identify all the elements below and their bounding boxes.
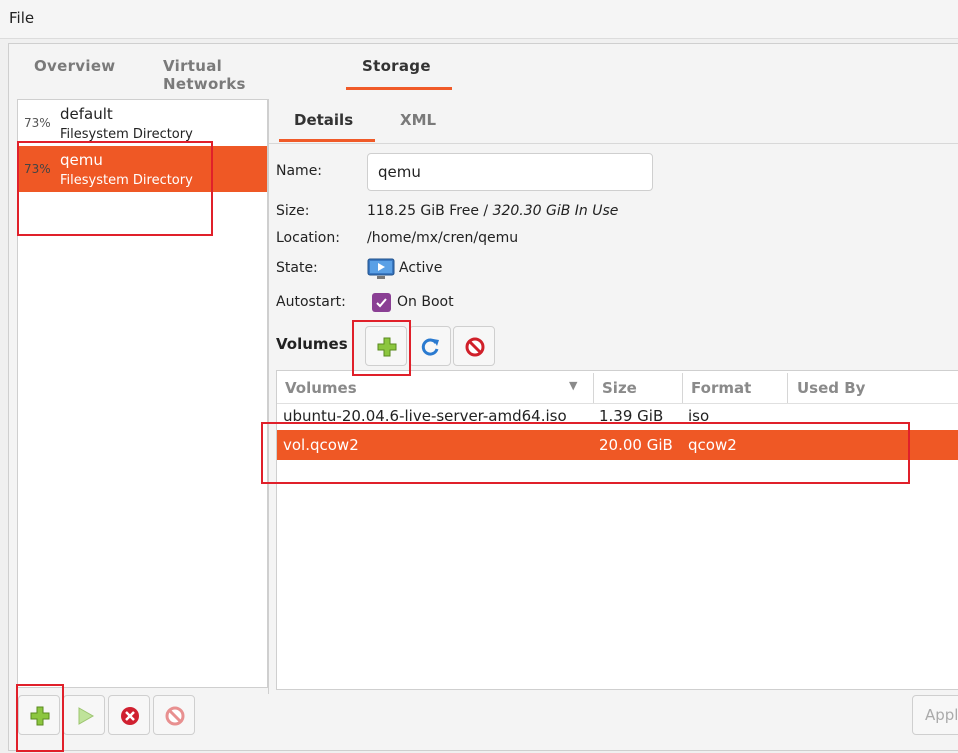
column-header-volumes[interactable]: Volumes (285, 379, 357, 397)
refresh-volumes-button[interactable] (409, 326, 451, 366)
delete-pool-button[interactable] (153, 695, 195, 735)
monitor-play-icon (367, 258, 395, 280)
size-free: 118.25 GiB Free / (367, 203, 493, 219)
tab-xml[interactable]: XML (400, 111, 436, 129)
stop-icon (165, 706, 185, 726)
highlight-box (261, 422, 910, 484)
volumes-section-label: Volumes (276, 335, 348, 353)
close-circle-icon (121, 707, 139, 725)
stop-pool-button[interactable] (108, 695, 150, 735)
column-separator (787, 373, 788, 403)
pool-usage: 73% (24, 116, 51, 130)
location-value: /home/mx/cren/qemu (367, 230, 519, 246)
column-header-used-by[interactable]: Used By (797, 379, 865, 397)
name-label: Name: (276, 163, 323, 179)
location-label: Location: (276, 230, 340, 246)
size-value: 118.25 GiB Free / 320.30 GiB In Use (367, 203, 618, 219)
delete-volume-button[interactable] (453, 326, 495, 366)
stop-icon (465, 337, 485, 357)
pool-item-default[interactable]: 73% default Filesystem Directory (18, 100, 267, 146)
pool-name: default (60, 105, 113, 123)
active-subtab-indicator (279, 139, 375, 142)
play-icon (78, 707, 95, 725)
pool-details-pane: Details XML Name: qemu Size: 118.25 GiB … (268, 99, 958, 694)
autostart-checkbox[interactable] (372, 293, 391, 312)
autostart-label: Autostart: (276, 294, 346, 310)
tab-overview[interactable]: Overview (34, 57, 115, 75)
divider (269, 143, 958, 144)
column-separator (593, 373, 594, 403)
highlight-box (352, 320, 411, 376)
file-menu[interactable]: File (9, 9, 34, 27)
column-header-format[interactable]: Format (691, 379, 751, 397)
highlight-box (17, 141, 213, 236)
volumes-table: Volumes ▼ Size Format Used By ubuntu-20.… (276, 370, 958, 690)
tab-details[interactable]: Details (294, 111, 353, 129)
highlight-box (16, 684, 64, 752)
state-value: Active (399, 260, 443, 276)
start-pool-button[interactable] (63, 695, 105, 735)
active-tab-indicator (346, 87, 452, 90)
size-in-use: 320.30 GiB In Use (492, 203, 619, 219)
name-field[interactable]: qemu (367, 153, 653, 191)
size-label: Size: (276, 203, 310, 219)
tab-virtual-networks[interactable]: Virtual Networks (163, 57, 246, 93)
pool-type: Filesystem Directory (60, 127, 193, 142)
state-label: State: (276, 260, 318, 276)
sort-down-icon: ▼ (569, 379, 578, 392)
column-header-size[interactable]: Size (602, 379, 637, 397)
tab-storage[interactable]: Storage (362, 57, 431, 75)
apply-button[interactable]: Appl (912, 695, 958, 735)
column-separator (682, 373, 683, 403)
autostart-value: On Boot (397, 294, 454, 310)
refresh-icon (421, 338, 439, 356)
menu-bar: File (0, 0, 958, 39)
